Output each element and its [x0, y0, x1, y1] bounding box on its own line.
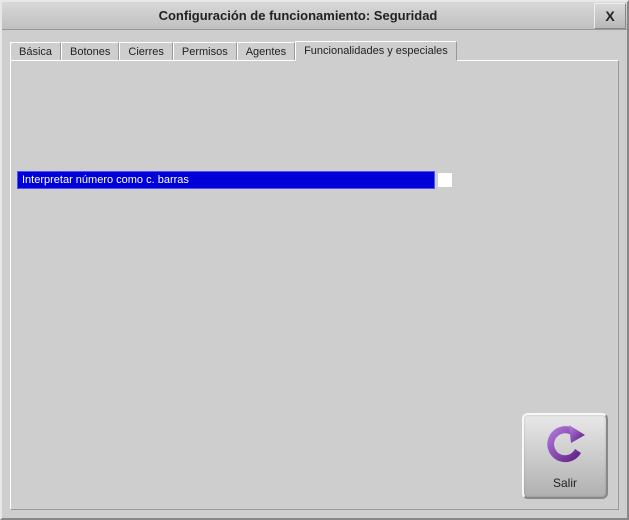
tab-label: Agentes — [246, 46, 286, 58]
tab-label: Funcionalidades y especiales — [304, 45, 448, 57]
exit-label: Salir — [553, 476, 577, 490]
tab-label: Botones — [70, 46, 110, 58]
content-area: Básica Botones Cierres Permisos Agentes … — [2, 30, 627, 518]
tab-label: Básica — [19, 46, 52, 58]
titlebar: Configuración de funcionamiento: Segurid… — [2, 2, 627, 30]
tab-botones[interactable]: Botones — [61, 42, 119, 61]
close-button[interactable]: X — [594, 3, 626, 29]
exit-arrow-icon — [541, 423, 589, 474]
option-checkbox-barcode[interactable] — [437, 172, 453, 188]
tab-agentes[interactable]: Agentes — [237, 42, 295, 61]
close-icon: X — [605, 8, 614, 24]
tab-funcionalidades[interactable]: Funcionalidades y especiales — [295, 41, 457, 61]
tab-permisos[interactable]: Permisos — [173, 42, 237, 61]
exit-button[interactable]: Salir — [522, 413, 608, 499]
tab-cierres[interactable]: Cierres — [119, 42, 172, 61]
tab-label: Permisos — [182, 46, 228, 58]
tabstrip: Básica Botones Cierres Permisos Agentes … — [10, 38, 619, 60]
option-row-barcode: Interpretar número como c. barras — [17, 171, 453, 189]
tab-label: Cierres — [128, 46, 163, 58]
option-label-barcode[interactable]: Interpretar número como c. barras — [17, 171, 435, 189]
config-window: Configuración de funcionamiento: Segurid… — [0, 0, 629, 520]
window-title: Configuración de funcionamiento: Segurid… — [2, 8, 594, 23]
tab-basica[interactable]: Básica — [10, 42, 61, 61]
tabpanel-funcionalidades: Interpretar número como c. barras — [10, 60, 619, 510]
